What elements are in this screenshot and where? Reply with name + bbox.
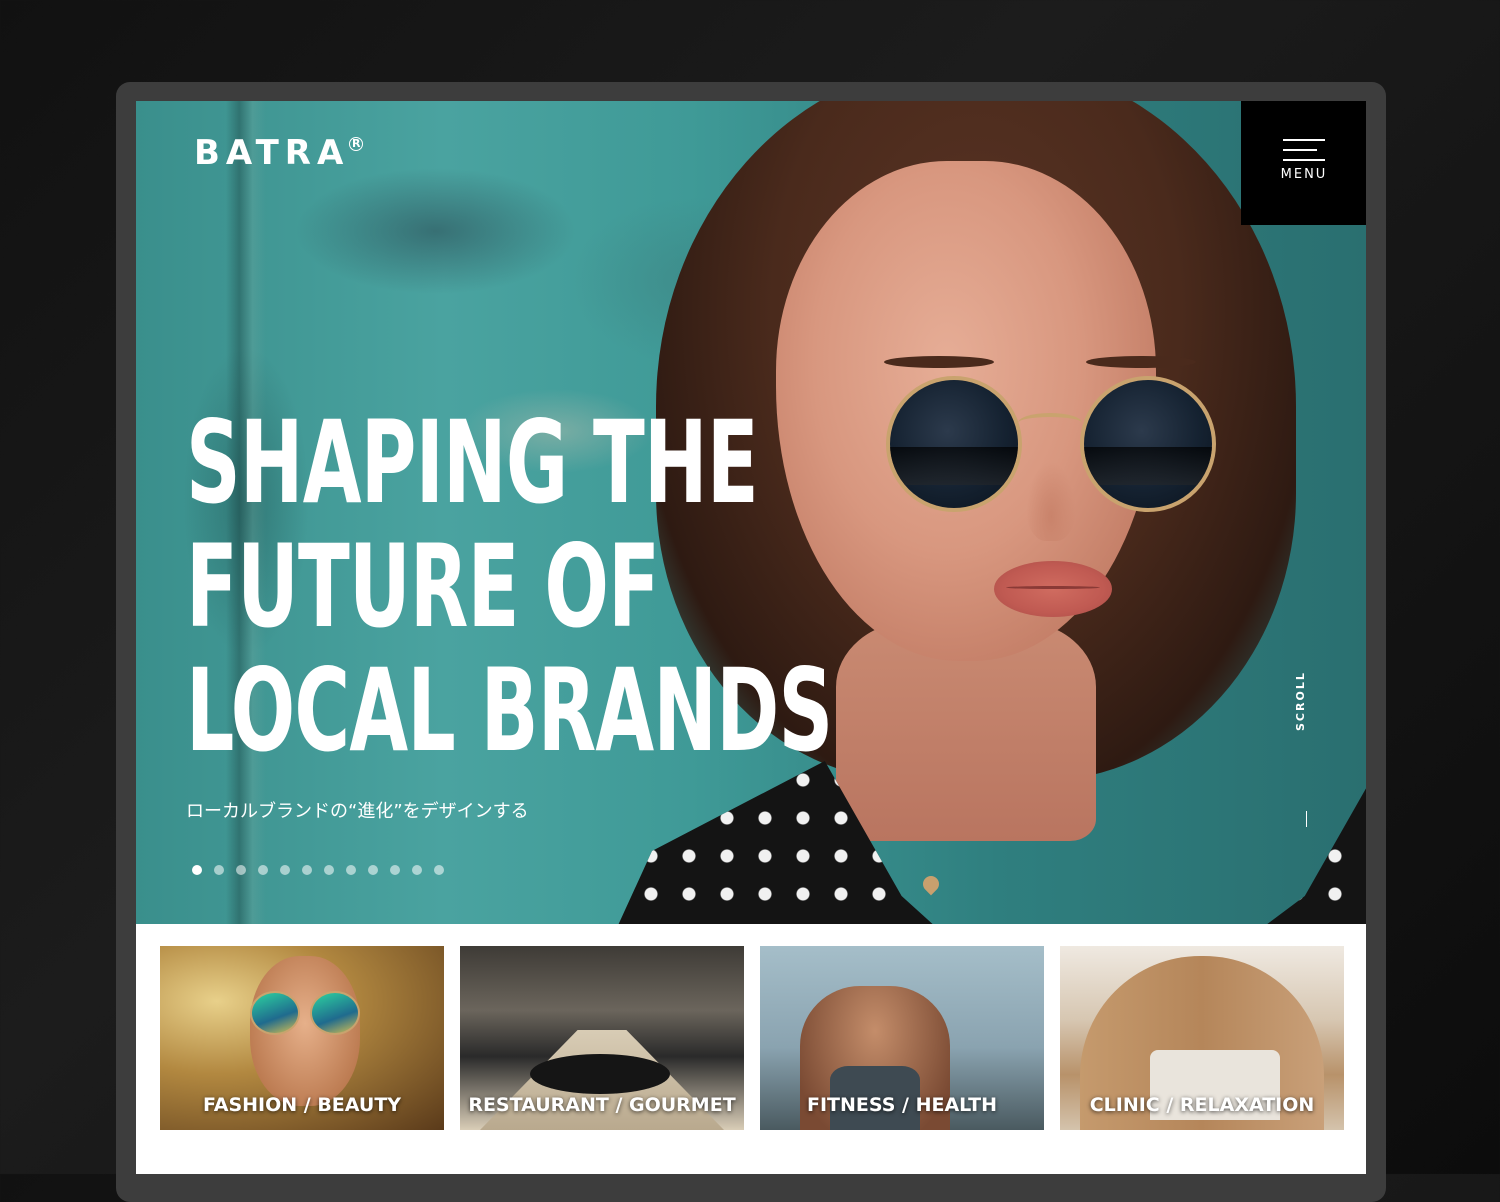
fashion-sunglasses-left xyxy=(250,991,300,1035)
hero-section: BATRA R MENU SHAPING THE FUTURE OF LOCAL … xyxy=(136,101,1366,924)
slider-dot[interactable] xyxy=(434,865,444,875)
category-card-fashion[interactable]: FASHION / BEAUTY xyxy=(160,946,444,1130)
slider-dot[interactable] xyxy=(390,865,400,875)
registered-mark: R xyxy=(349,137,364,151)
brand-logo[interactable]: BATRA R xyxy=(194,133,364,173)
slider-dot[interactable] xyxy=(324,865,334,875)
slider-dot[interactable] xyxy=(192,865,202,875)
category-label: FASHION / BEAUTY xyxy=(202,1094,402,1116)
sunglasses-bridge xyxy=(1018,413,1082,433)
category-card-fitness[interactable]: FITNESS / HEALTH xyxy=(760,946,1044,1130)
category-label: FITNESS / HEALTH xyxy=(807,1094,997,1116)
slider-dot[interactable] xyxy=(412,865,422,875)
slider-pagination xyxy=(192,865,444,875)
slider-dot[interactable] xyxy=(368,865,378,875)
website-viewport: BATRA R MENU SHAPING THE FUTURE OF LOCAL … xyxy=(136,101,1366,1174)
category-label: CLINIC / RELAXATION xyxy=(1089,1094,1315,1116)
slider-dot[interactable] xyxy=(346,865,356,875)
hamburger-icon xyxy=(1283,139,1325,161)
sunglasses-right-lens xyxy=(1080,376,1216,512)
category-card-clinic[interactable]: CLINIC / RELAXATION xyxy=(1060,946,1344,1130)
scroll-indicator-label[interactable]: SCROLL xyxy=(1294,671,1307,731)
headline-line-3: LOCAL BRANDS xyxy=(186,644,833,777)
menu-button[interactable]: MENU xyxy=(1241,101,1366,225)
brand-name: BATRA xyxy=(194,133,350,173)
hero-headline: SHAPING THE FUTURE OF LOCAL BRANDS xyxy=(186,396,833,777)
category-label: RESTAURANT / GOURMET xyxy=(468,1094,736,1116)
slider-dot[interactable] xyxy=(214,865,224,875)
hero-model-lips xyxy=(994,561,1112,617)
hero-model-brow-left xyxy=(884,356,994,368)
category-card-restaurant[interactable]: RESTAURANT / GOURMET xyxy=(460,946,744,1130)
menu-label: MENU xyxy=(1280,167,1328,182)
hamburger-line-top xyxy=(1283,139,1325,141)
necklace xyxy=(926,741,1190,924)
scroll-indicator-line xyxy=(1306,811,1307,827)
hamburger-line-bottom xyxy=(1283,159,1325,161)
hero-model-brow-right xyxy=(1086,356,1196,368)
slider-dot[interactable] xyxy=(258,865,268,875)
hero-subheadline: ローカルブランドの“進化”をデザインする xyxy=(186,801,529,822)
category-cards: FASHION / BEAUTY RESTAURANT / GOURMET FI… xyxy=(160,946,1344,1130)
hamburger-line-middle xyxy=(1283,149,1317,151)
slider-dot[interactable] xyxy=(236,865,246,875)
slider-dot[interactable] xyxy=(280,865,290,875)
headline-line-1: SHAPING THE xyxy=(186,396,759,529)
headline-line-2: FUTURE OF xyxy=(186,520,660,653)
fashion-sunglasses-right xyxy=(310,991,360,1035)
slider-dot[interactable] xyxy=(302,865,312,875)
hero-model-nose xyxy=(1026,461,1076,541)
sunglasses-left-lens xyxy=(886,376,1022,512)
restaurant-plate xyxy=(530,1054,670,1094)
